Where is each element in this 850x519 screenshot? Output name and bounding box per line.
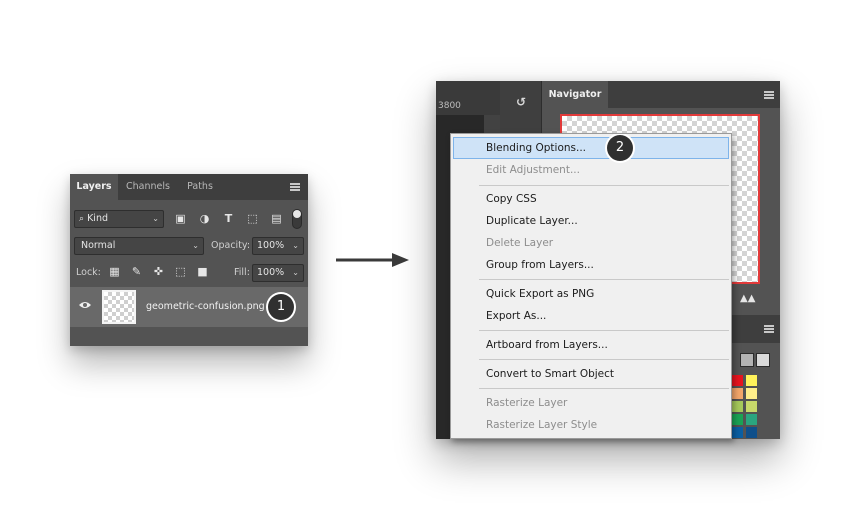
- color-swatch[interactable]: [746, 388, 757, 399]
- menu-item-artboard-from-layers[interactable]: Artboard from Layers...: [453, 334, 729, 356]
- fill-value: 100%: [257, 267, 285, 278]
- menu-item-blending-options[interactable]: Blending Options...: [453, 137, 729, 159]
- kind-filter-select[interactable]: ⌕ Kind ⌄: [74, 210, 164, 228]
- lock-transparent-pixels-icon[interactable]: ▦: [108, 265, 121, 278]
- color-swatch[interactable]: [732, 427, 743, 438]
- menu-item-rasterize-layer: Rasterize Layer: [486, 397, 568, 409]
- menu-separator: [479, 388, 729, 389]
- arrow-right-icon: [336, 253, 409, 267]
- smart-object-filter-icon[interactable]: ▤: [270, 212, 283, 225]
- color-swatch[interactable]: [746, 401, 757, 412]
- lock-image-pixels-icon[interactable]: ✎: [130, 265, 143, 278]
- color-swatch[interactable]: [746, 427, 757, 438]
- fill-label: Fill:: [234, 267, 250, 278]
- lock-label: Lock:: [76, 267, 101, 278]
- menu-item-export-as[interactable]: Export As...: [453, 305, 729, 327]
- chevron-down-icon: ⌄: [292, 268, 299, 277]
- color-swatch[interactable]: [732, 414, 743, 425]
- menu-item-quick-export-png[interactable]: Quick Export as PNG: [453, 283, 729, 305]
- menu-separator: [479, 279, 729, 280]
- swatch-gray-2[interactable]: [756, 353, 770, 367]
- menu-item-duplicate-layer[interactable]: Duplicate Layer...: [453, 210, 729, 232]
- navigator-zoom-row: ▲▲: [726, 289, 780, 309]
- ruler-value: 3800: [438, 101, 461, 111]
- panel-menu-icon[interactable]: [764, 91, 774, 99]
- menu-item-convert-smart-object[interactable]: Convert to Smart Object: [453, 363, 729, 385]
- layers-panel-tabbar: Layers Channels Paths: [70, 174, 308, 200]
- menu-item-rasterize-layer-style: Rasterize Layer Style: [486, 419, 598, 431]
- tab-channels[interactable]: Channels: [118, 174, 178, 200]
- step-badge: 1: [268, 294, 294, 320]
- zoom-in-mountain-icon[interactable]: ▲▲: [740, 293, 756, 305]
- menu-separator: [479, 359, 729, 360]
- layers-panel: Layers Channels Paths ⌕ Kind ⌄ ▣ ◑ T ⬚ ▤…: [70, 174, 308, 346]
- tab-layers[interactable]: Layers: [70, 174, 118, 200]
- panel-menu-icon[interactable]: [290, 183, 300, 191]
- color-swatch[interactable]: [732, 388, 743, 399]
- layer-thumbnail[interactable]: [102, 290, 136, 324]
- menu-item-edit-adjustment: Edit Adjustment...: [486, 164, 580, 176]
- color-swatch[interactable]: [732, 401, 743, 412]
- ruler: 3800: [436, 81, 500, 115]
- chevron-down-icon: ⌄: [292, 241, 299, 250]
- blend-mode-value: Normal: [81, 240, 116, 251]
- step-badge: 2: [607, 135, 633, 161]
- tab-navigator[interactable]: Navigator: [542, 81, 608, 108]
- opacity-field[interactable]: 100% ⌄: [252, 237, 304, 255]
- color-swatch[interactable]: [746, 375, 757, 386]
- fill-field[interactable]: 100% ⌄: [252, 264, 304, 282]
- layer-name[interactable]: geometric-confusion.png: [146, 301, 265, 312]
- opacity-label: Opacity:: [211, 240, 251, 251]
- chevron-down-icon: ⌄: [192, 241, 199, 250]
- layer-row[interactable]: geometric-confusion.png 1: [70, 287, 308, 327]
- menu-separator: [479, 330, 729, 331]
- lock-artboard-icon[interactable]: ⬚: [174, 265, 187, 278]
- opacity-value: 100%: [257, 240, 285, 251]
- blend-mode-row: Normal ⌄ Opacity: 100% ⌄: [70, 235, 308, 257]
- image-filter-icon[interactable]: ▣: [174, 212, 187, 225]
- menu-item-copy-css[interactable]: Copy CSS: [453, 188, 729, 210]
- lock-all-icon[interactable]: ■: [196, 265, 209, 278]
- color-swatch[interactable]: [732, 375, 743, 386]
- chevron-down-icon: ⌄: [152, 214, 159, 223]
- type-filter-icon[interactable]: T: [222, 212, 235, 225]
- menu-item-delete-layer: Delete Layer: [486, 237, 554, 249]
- eye-icon[interactable]: [78, 300, 92, 310]
- swatches-panel-header: [726, 315, 780, 343]
- history-icon[interactable]: ↺: [513, 95, 529, 111]
- blend-mode-select[interactable]: Normal ⌄: [74, 237, 204, 255]
- panel-menu-icon[interactable]: [764, 325, 774, 333]
- kind-filter-value: Kind: [87, 213, 108, 224]
- layer-context-menu: Blending Options... 2 Edit Adjustment...…: [450, 133, 732, 439]
- color-swatch[interactable]: [746, 414, 757, 425]
- menu-item-group-from-layers[interactable]: Group from Layers...: [453, 254, 729, 276]
- shape-filter-icon[interactable]: ⬚: [246, 212, 259, 225]
- menu-separator: [479, 185, 729, 186]
- swatch-gray-1[interactable]: [740, 353, 754, 367]
- filter-toggle[interactable]: [292, 209, 302, 229]
- lock-position-icon[interactable]: ✜: [152, 265, 165, 278]
- lock-row: Lock: ▦ ✎ ✜ ⬚ ■ Fill: 100% ⌄: [70, 262, 308, 284]
- layer-filter-row: ⌕ Kind ⌄ ▣ ◑ T ⬚ ▤: [70, 207, 308, 231]
- search-icon: ⌕: [79, 214, 85, 224]
- tab-paths[interactable]: Paths: [178, 174, 222, 200]
- navigator-tabbar: Navigator: [542, 81, 780, 108]
- adjustment-filter-icon[interactable]: ◑: [198, 212, 211, 225]
